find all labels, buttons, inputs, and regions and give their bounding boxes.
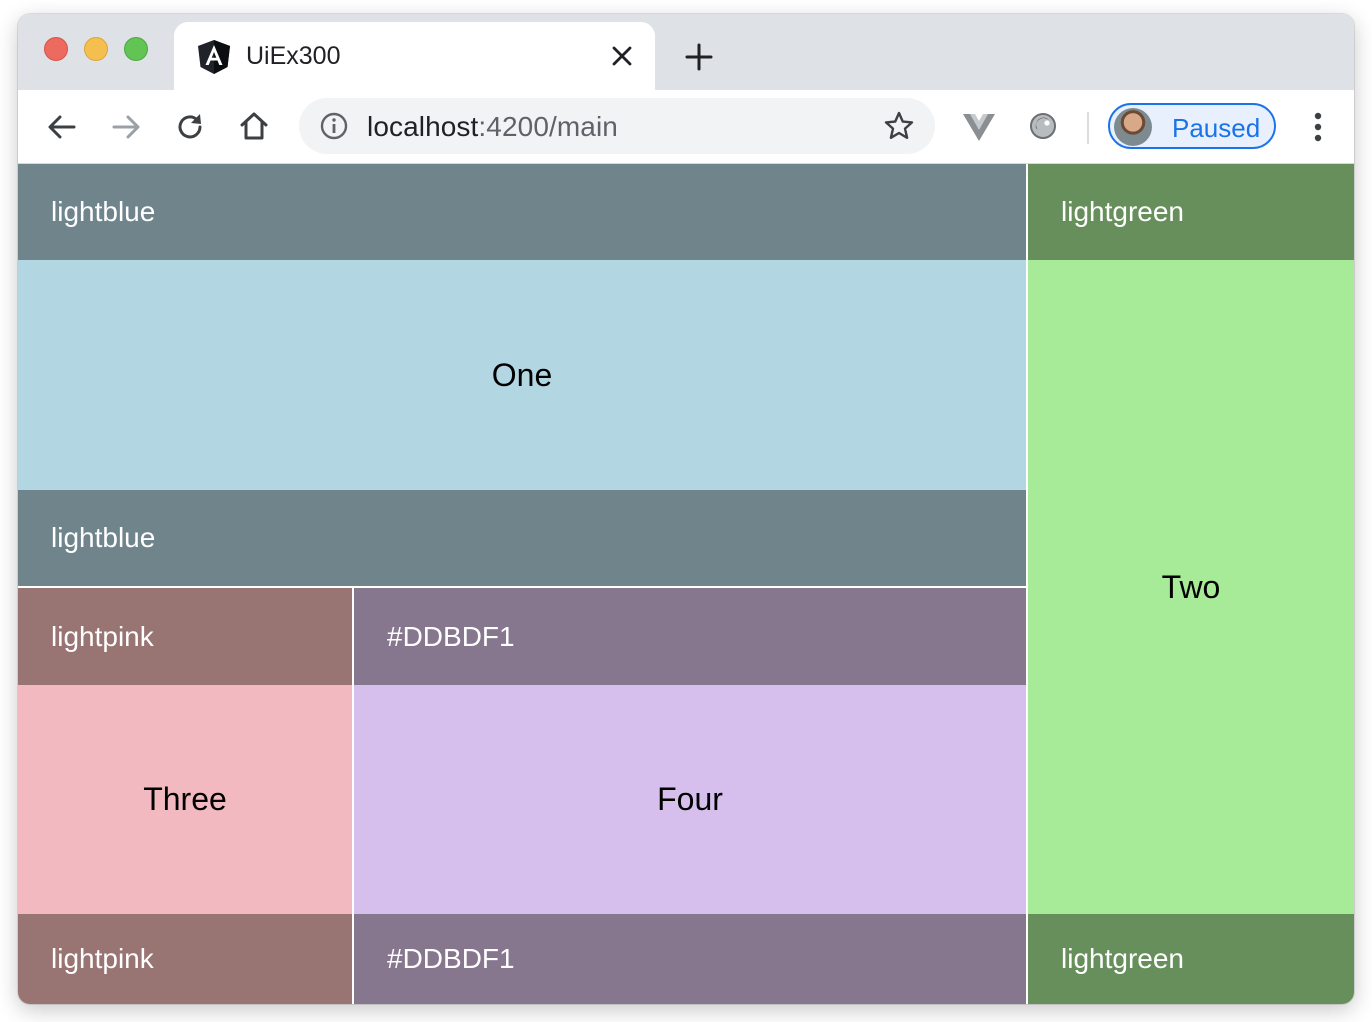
profile-status-label: Paused (1172, 113, 1261, 143)
tile-footer: #DDBDF1 (354, 914, 1026, 1004)
toolbar-separator (1087, 112, 1089, 144)
profile-button[interactable]: Paused (1108, 103, 1276, 149)
window-maximize-button[interactable] (124, 37, 148, 61)
url-host: localhost (367, 111, 479, 142)
grid-tile-two: lightgreen Two lightgreen (1028, 164, 1354, 1004)
reload-icon[interactable] (173, 110, 207, 144)
home-icon[interactable] (237, 109, 271, 143)
tile-footer: lightgreen (1028, 914, 1354, 1004)
grid-tile-four: #DDBDF1 Four #DDBDF1 (354, 588, 1026, 1004)
browser-window: UiEx300 localhost:4200/main Paused light… (18, 14, 1354, 1004)
extension-orb-icon[interactable] (1026, 109, 1060, 143)
vue-devtools-icon[interactable] (961, 108, 997, 144)
info-icon[interactable] (319, 111, 349, 141)
tab-title: UiEx300 (246, 42, 341, 70)
tile-header: lightblue (18, 164, 1026, 260)
tab-strip: UiEx300 (18, 14, 1354, 92)
url-text[interactable]: localhost:4200/main (367, 111, 618, 143)
star-icon[interactable] (883, 110, 915, 142)
tile-content: Two (1161, 568, 1221, 605)
tile-content: Three (143, 781, 227, 817)
grid-tile-one: lightblue One lightblue (18, 164, 1026, 586)
angular-logo-icon (198, 40, 230, 74)
browser-tab[interactable]: UiEx300 (174, 22, 655, 92)
arrow-right-icon[interactable] (109, 110, 143, 144)
tile-header: lightpink (18, 588, 352, 685)
plus-icon[interactable] (684, 42, 714, 72)
url-path: :4200/main (478, 111, 618, 142)
window-close-button[interactable] (44, 37, 68, 61)
tile-footer: lightblue (18, 490, 1026, 586)
tile-content: Four (657, 781, 723, 817)
avatar (1114, 108, 1152, 146)
kebab-menu-icon[interactable] (1305, 110, 1331, 144)
close-icon[interactable] (609, 43, 635, 69)
tile-header: #DDBDF1 (354, 588, 1026, 685)
tile-content: One (491, 356, 553, 393)
browser-toolbar: localhost:4200/main Paused (18, 90, 1354, 164)
address-bar[interactable]: localhost:4200/main (299, 98, 935, 154)
tile-footer: lightpink (18, 914, 352, 1004)
grid-list: lightblue One lightblue lightgreen Two l… (18, 164, 1354, 1004)
tile-header: lightgreen (1028, 164, 1354, 260)
arrow-left-icon[interactable] (45, 110, 79, 144)
window-minimize-button[interactable] (84, 37, 108, 61)
grid-tile-three: lightpink Three lightpink (18, 588, 352, 1004)
